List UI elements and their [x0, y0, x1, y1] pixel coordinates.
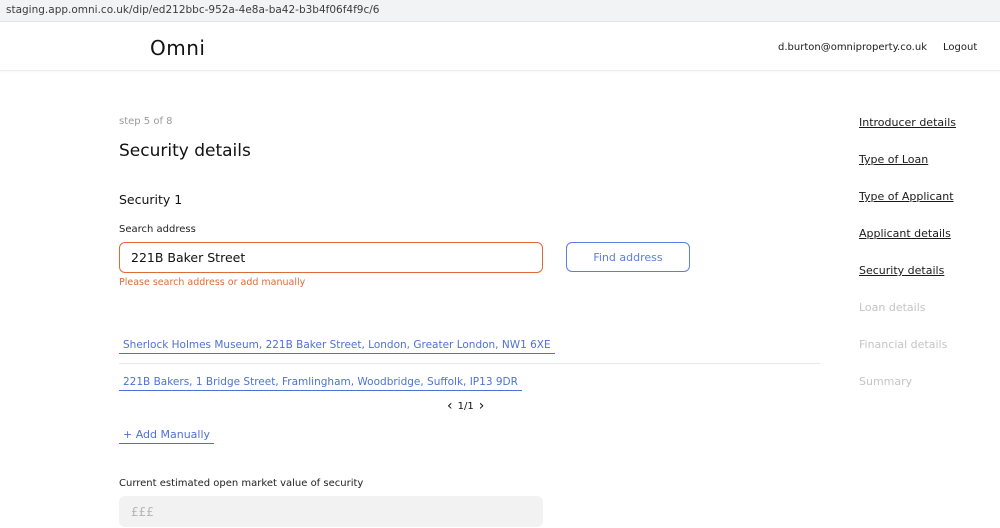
chevron-left-icon[interactable]: ‹	[447, 399, 453, 413]
sidebar-item-type-of-applicant[interactable]: Type of Applicant	[859, 190, 954, 203]
sidebar-item-applicant-details[interactable]: Applicant details	[859, 227, 951, 240]
sidebar-item-summary: Summary	[859, 375, 913, 388]
add-manually-link[interactable]: + Add Manually	[119, 428, 215, 444]
sidebar-item-security-details[interactable]: Security details	[859, 264, 944, 277]
sidebar-item-loan-details: Loan details	[859, 301, 926, 314]
chevron-right-icon[interactable]: ›	[479, 399, 485, 413]
page-title: Security details	[119, 141, 251, 161]
sidebar-item-financial-details: Financial details	[859, 338, 948, 351]
step-indicator: step 5 of 8	[119, 116, 173, 127]
address-result-item[interactable]: Sherlock Holmes Museum, 221B Baker Stree…	[119, 339, 555, 354]
results-divider	[119, 363, 820, 364]
address-result-item[interactable]: 221B Bakers, 1 Bridge Street, Framlingha…	[119, 376, 522, 391]
user-email: d.burton@omniproperty.co.uk	[778, 42, 927, 53]
sidebar-item-type-of-loan[interactable]: Type of Loan	[859, 153, 928, 166]
section-title: Security 1	[119, 192, 183, 207]
sidebar-item-introducer-details[interactable]: Introducer details	[859, 116, 956, 129]
search-address-input[interactable]	[119, 242, 543, 273]
logout-link[interactable]: Logout	[943, 42, 977, 53]
results-pager: ‹ 1/1 ›	[447, 399, 484, 413]
search-address-label: Search address	[119, 224, 196, 235]
find-address-button[interactable]: Find address	[566, 242, 690, 272]
market-value-label: Current estimated open market value of s…	[119, 478, 364, 489]
omni-logo[interactable]: Omni	[150, 36, 205, 60]
pager-text: 1/1	[457, 400, 474, 412]
search-error-message: Please search address or add manually	[119, 277, 306, 288]
browser-address-bar[interactable]: staging.app.omni.co.uk/dip/ed212bbc-952a…	[0, 0, 1000, 22]
market-value-input[interactable]	[119, 496, 543, 527]
url-text[interactable]: staging.app.omni.co.uk/dip/ed212bbc-952a…	[6, 4, 379, 16]
app-header: Omni d.burton@omniproperty.co.uk Logout	[0, 22, 1000, 71]
